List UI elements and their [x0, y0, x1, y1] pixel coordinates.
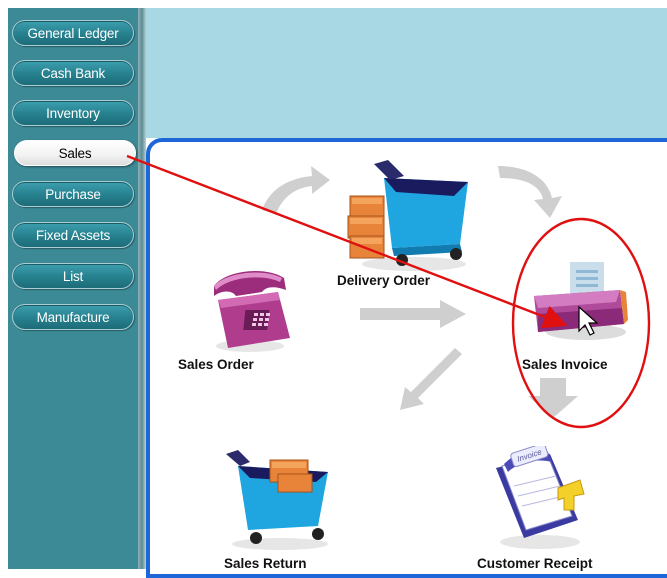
- annotation-overlay: [126, 154, 651, 429]
- mouse-cursor-icon: [578, 305, 599, 336]
- annotation-arrow: [126, 154, 568, 329]
